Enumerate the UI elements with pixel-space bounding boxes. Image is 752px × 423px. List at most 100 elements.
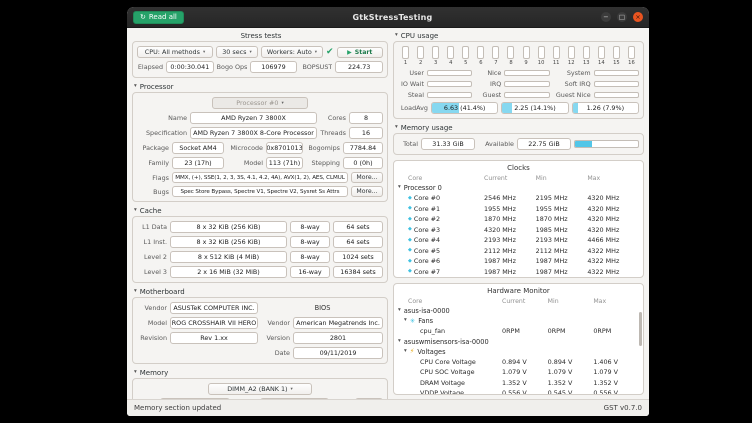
clocks-processor-group-row[interactable]: ▾ Processor 0	[394, 183, 643, 193]
chevron-down-icon: ▾	[291, 387, 293, 392]
clock-row[interactable]: ◆ Core #7 1987 MHz 1987 MHz 4322 MHz	[394, 267, 643, 278]
cache-ways-field: 16-way	[290, 266, 330, 278]
clock-row[interactable]: ◆ Core #0 2546 MHz 2195 MHz 4320 MHz	[394, 193, 643, 204]
cpu-stat-label: Guest Nice	[553, 91, 591, 99]
core-number-label: 16	[628, 60, 635, 66]
sensor-current-value: 0RPM	[502, 327, 548, 335]
hardware-monitor-title: Hardware Monitor	[394, 284, 643, 297]
hwmon-scrollbar[interactable]	[639, 312, 642, 346]
core-usage-bar	[583, 46, 590, 59]
flags-more-button[interactable]: More...	[351, 172, 383, 183]
clock-row[interactable]: ◆ Core #1 1955 MHz 1955 MHz 4320 MHz	[394, 204, 643, 215]
cpu-stat-label: Soft IRQ	[553, 80, 591, 88]
memory-usage-header[interactable]: ▾ Memory usage	[393, 124, 644, 132]
core-bullet-icon: ◆	[408, 217, 412, 222]
read-all-button[interactable]: ↻ Read all	[133, 11, 184, 24]
cache-title: Cache	[140, 207, 162, 215]
core-usage-bar	[613, 46, 620, 59]
stress-duration-dropdown[interactable]: 30 secs ▾	[216, 46, 258, 58]
clock-row[interactable]: ◆ Core #6 1987 MHz 1987 MHz 4322 MHz	[394, 256, 643, 267]
bops-field: 224.73	[335, 61, 383, 73]
core-usage-slot: 3	[428, 46, 443, 66]
hwmon-chip-row[interactable]: ▾ asus-isa-0000	[394, 306, 643, 316]
mem-total-label: Total	[398, 140, 418, 148]
clock-row[interactable]: ◆ Core #3 4320 MHz 1985 MHz 4320 MHz	[394, 225, 643, 236]
mb-model-field: ROG CROSSHAIR VII HERO	[170, 317, 258, 329]
cpu-stat-bar	[427, 70, 472, 76]
cores-field: 8	[349, 112, 383, 124]
maximize-button[interactable]: □	[617, 12, 627, 22]
expander-icon: ▾	[134, 208, 137, 214]
dimm-selector-value: DIMM_A2 (BANK 1)	[227, 385, 287, 393]
processor-selector-dropdown[interactable]: Processor #0 ▾	[212, 97, 308, 109]
motherboard-header[interactable]: ▾ Motherboard	[132, 288, 388, 296]
stress-tests-frame: CPU: All methods ▾ 30 secs ▾ Workers: Au…	[132, 41, 388, 78]
expander-icon: ▾	[398, 308, 401, 314]
processor-title: Processor	[140, 83, 174, 91]
core-usage-slot: 1	[398, 46, 413, 66]
sensor-row[interactable]: DRAM Voltage 1.352 V 1.352 V 1.352 V	[394, 378, 643, 389]
core-usage-bar	[507, 46, 514, 59]
core-number-label: 3	[434, 60, 437, 66]
loadavg-row: LoadAvg 6.63 (41.4%) 2.25 (14.1%) 1.26	[398, 102, 639, 114]
core-usage-bar	[568, 46, 575, 59]
model-field: 113 (71h)	[266, 157, 303, 169]
clock-row[interactable]: ◆ Core #4 2193 MHz 2193 MHz 4466 MHz	[394, 235, 643, 246]
voltage-icon: ⚡	[410, 348, 415, 355]
cpu-stat-bar	[504, 70, 549, 76]
clock-max-value: 4320 MHz	[587, 226, 639, 234]
stepping-label: Stepping	[306, 159, 340, 167]
flags-field: MMX, (+), SSE(1, 2, 3, 3S, 4.1, 4.2, 4A)…	[172, 172, 348, 183]
read-all-label: Read all	[149, 13, 177, 21]
clock-max-value: 4322 MHz	[587, 257, 639, 265]
bios-date-field: 09/11/2019	[293, 347, 383, 359]
cpu-stat-bar	[427, 92, 472, 98]
hwmon-current-header: Current	[502, 298, 548, 305]
microcode-label: Microcode	[227, 144, 263, 152]
expander-icon: ▾	[134, 289, 137, 295]
chevron-down-icon: ▾	[315, 50, 317, 55]
start-button[interactable]: ▶ Start	[337, 47, 383, 58]
core-usage-bar	[447, 46, 454, 59]
sensor-row[interactable]: VDDP Voltage 0.556 V 0.545 V 0.556 V	[394, 388, 643, 395]
core-bullet-icon: ◆	[408, 196, 412, 201]
cache-header[interactable]: ▾ Cache	[132, 207, 388, 215]
stress-workers-dropdown[interactable]: Workers: Auto ▾	[261, 46, 323, 58]
processor-header[interactable]: ▾ Processor	[132, 83, 388, 91]
hwmon-chip-row[interactable]: ▾ asuswmisensors-isa-0000	[394, 337, 643, 347]
hwmon-voltages-group-row[interactable]: ▾ ⚡ Voltages	[394, 347, 643, 357]
bios-version-label: Version	[262, 334, 290, 342]
core-usage-slot: 13	[579, 46, 594, 66]
cpu-usage-header[interactable]: ▾ CPU usage	[393, 32, 644, 40]
bugs-more-button[interactable]: More...	[351, 186, 383, 197]
hwmon-fans-group-row[interactable]: ▾ ✳ Fans	[394, 316, 643, 326]
core-usage-bar	[402, 46, 409, 59]
core-usage-slot: 15	[609, 46, 624, 66]
clock-row[interactable]: ◆ Core #5 2112 MHz 2112 MHz 4322 MHz	[394, 246, 643, 257]
core-bullet-icon: ◆	[408, 227, 412, 232]
close-button[interactable]: ×	[633, 12, 643, 22]
core-usage-bar	[462, 46, 469, 59]
cpu-stat-bar	[504, 92, 549, 98]
stress-tests-section: Stress tests CPU: All methods ▾ 30 secs …	[132, 32, 388, 78]
bugs-label: Bugs	[137, 188, 169, 196]
bogomips-field: 7784.84	[343, 142, 383, 154]
cpu-stat-bar	[427, 81, 472, 87]
sensor-min-value: 0.894 V	[548, 358, 594, 366]
stress-controls-row: CPU: All methods ▾ 30 secs ▾ Workers: Au…	[137, 46, 383, 58]
cache-row-label: Level 2	[137, 253, 167, 261]
dimm-selector-dropdown[interactable]: DIMM_A2 (BANK 1) ▾	[208, 383, 312, 395]
minimize-button[interactable]: −	[601, 12, 611, 22]
sensor-row[interactable]: cpu_fan 0RPM 0RPM 0RPM	[394, 326, 643, 337]
stress-method-dropdown[interactable]: CPU: All methods ▾	[137, 46, 213, 58]
clocks-max-header: Max	[587, 175, 639, 182]
sensor-row[interactable]: CPU Core Voltage 0.894 V 0.894 V 1.406 V	[394, 357, 643, 368]
clocks-core-header: Core	[398, 175, 484, 182]
core-bullet-icon: ◆	[408, 206, 412, 211]
sensor-row[interactable]: CPU SOC Voltage 1.079 V 1.079 V 1.079 V	[394, 367, 643, 378]
left-column: Stress tests CPU: All methods ▾ 30 secs …	[132, 32, 388, 395]
core-usage-slot: 5	[458, 46, 473, 66]
memory-header[interactable]: ▾ Memory	[132, 369, 388, 377]
spec-field: AMD Ryzen 7 3800X 8-Core Processor	[190, 127, 317, 139]
clock-row[interactable]: ◆ Core #2 1870 MHz 1870 MHz 4320 MHz	[394, 214, 643, 225]
